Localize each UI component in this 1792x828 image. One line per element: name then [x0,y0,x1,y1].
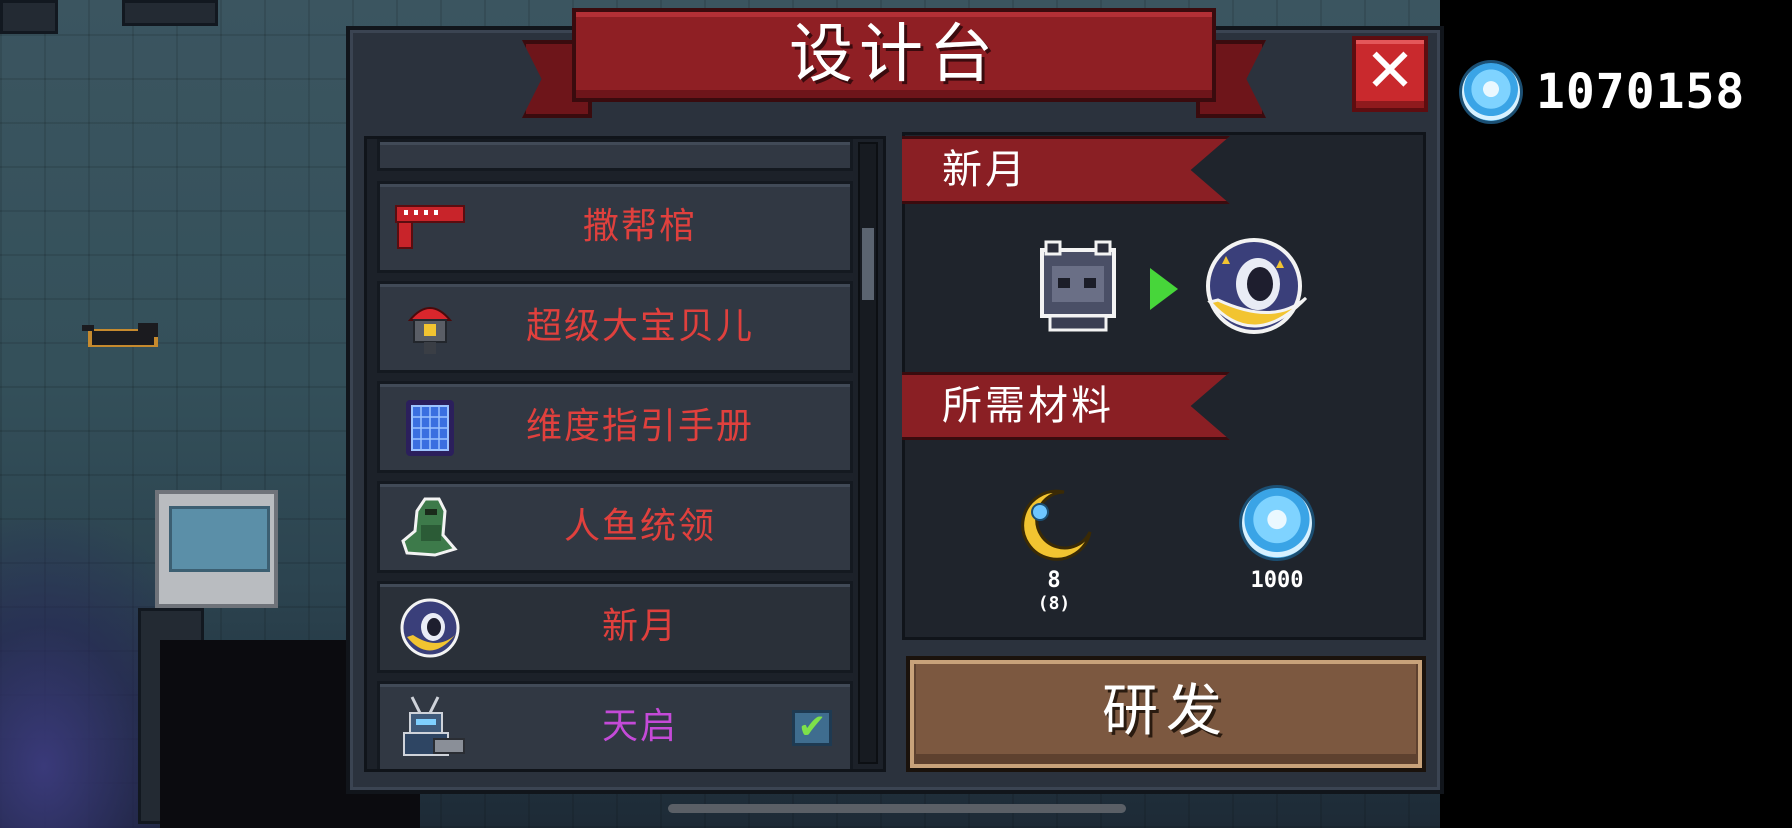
list-item-super-baby[interactable]: 超级大宝贝儿 [377,281,853,373]
page-title: 设计台 [789,18,999,92]
list-scrollbar[interactable] [858,142,878,764]
list-item-paintball-gun[interactable]: 撒帮棺 [377,181,853,273]
list-item-label: 人鱼统领 [563,506,716,547]
materials-ribbon: 所需材料 [902,372,1230,440]
list-item-merfolk-leader[interactable]: 人鱼统领 [377,481,853,573]
terminal-screen [169,506,270,572]
material-owned: (8) [1037,593,1071,614]
fish-warrior-icon [394,497,466,558]
research-button[interactable]: 研发 [906,656,1426,772]
list-item-dimension-guide[interactable]: 维度指引手册 [377,381,853,473]
arrow-right-icon [1150,268,1178,310]
red-bomb-icon [394,298,466,358]
blue-gem-icon [1462,63,1520,121]
gem-count: 1070158 [1536,64,1746,120]
list-item[interactable] [377,139,853,171]
robot-gunner-icon [394,696,466,758]
gem-balance: 1070158 [1462,62,1745,122]
list-item-crescent[interactable]: 新月 [377,581,853,673]
home-indicator[interactable] [668,804,1126,813]
crescent-orb-icon [394,598,466,658]
scrollbar-thumb[interactable] [862,228,874,300]
dark-spirit-icon [1040,240,1116,332]
close-button[interactable]: ✕ [1352,36,1428,112]
list-item-label: 天启 [601,706,678,747]
red-paintball-gun-icon [394,198,466,258]
checkmark-icon: ✔ [792,710,832,746]
item-name-ribbon: 新月 [902,136,1230,204]
computer-terminal[interactable] [155,490,278,608]
black-cat-pet-icon[interactable] [82,315,172,355]
upgrade-preview [1030,234,1320,344]
blue-book-icon [394,398,466,458]
blueprint-list[interactable]: 撒帮棺 超级大宝贝儿 维度指引手册 人鱼统领 新月 天启 ✔ [364,136,886,772]
material-count: 8 [1047,568,1061,593]
close-icon: ✕ [1364,36,1416,106]
list-item-label: 新月 [601,606,678,647]
crescent-moon-icon [1021,489,1092,561]
list-item-label: 维度指引手册 [525,406,754,447]
wall-crate [122,0,218,26]
list-item-label: 撒帮棺 [582,206,697,247]
wall-crate [0,0,58,34]
material-moon: 8 (8) [1004,566,1104,614]
material-gem: 1000 [1227,566,1327,593]
crescent-orb-icon [1206,238,1308,334]
material-count: 1000 [1250,568,1304,593]
list-item-apocalypse[interactable]: 天启 ✔ [377,681,853,769]
list-item-label: 超级大宝贝儿 [525,306,754,347]
blue-gem-icon [1242,488,1312,558]
